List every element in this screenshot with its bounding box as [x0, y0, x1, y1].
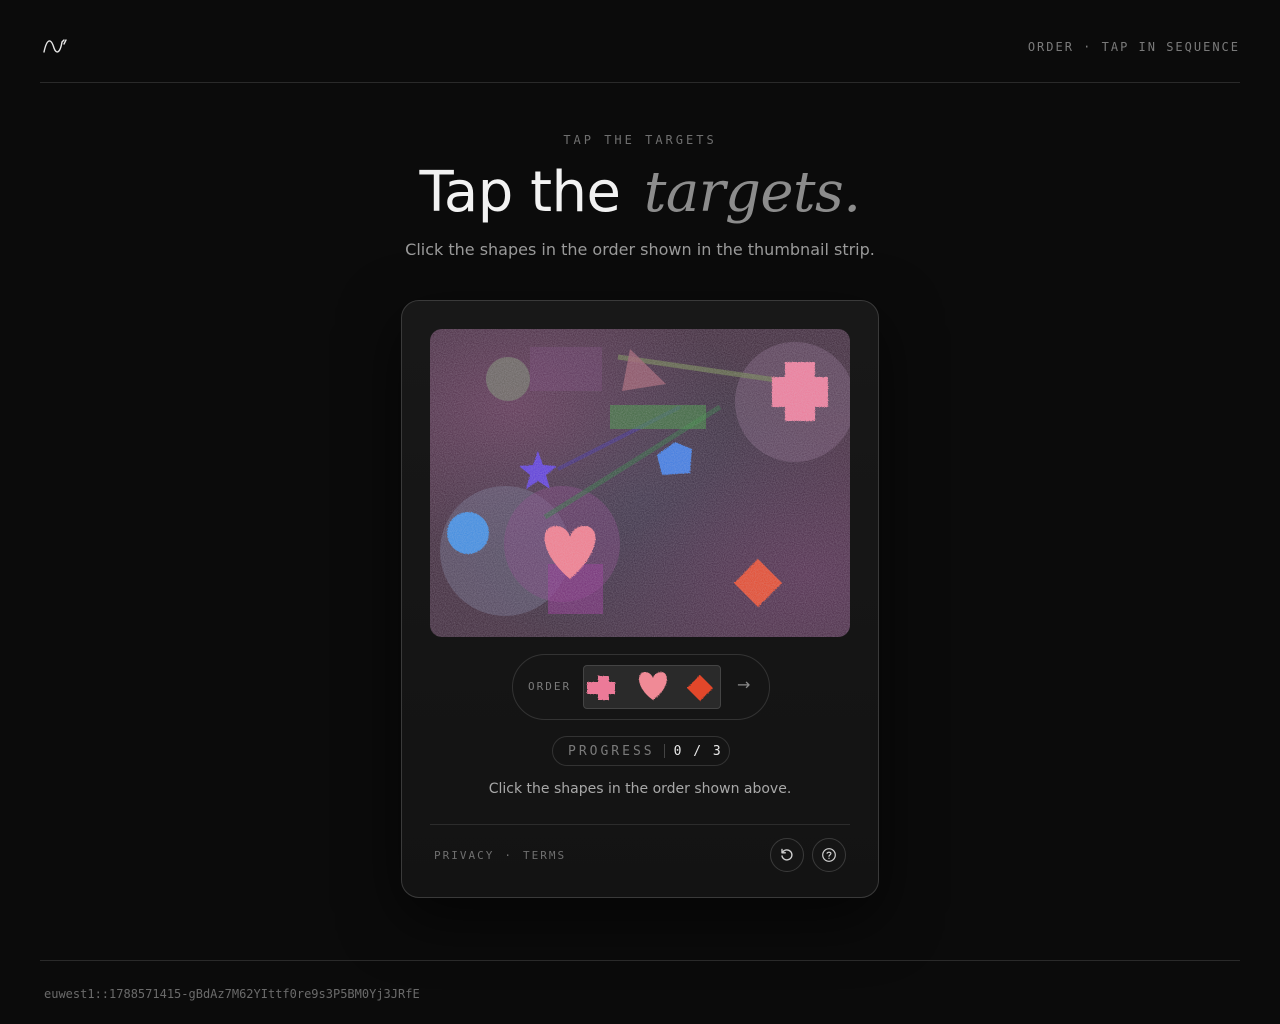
order-label: ORDER	[528, 680, 572, 693]
noise-overlay	[430, 329, 850, 637]
session-id: euwest1::1788571415-gBdAz7M62YIttf0re9s3…	[44, 987, 420, 1001]
help-icon	[822, 848, 836, 862]
arrow-right-icon: →	[737, 675, 751, 694]
page-subtitle: Click the shapes in the order shown in t…	[405, 240, 875, 259]
instructions-text: Click the shapes in the order shown abov…	[488, 781, 792, 797]
card-divider	[430, 824, 850, 825]
link-separator: ·	[504, 849, 513, 862]
terms-link[interactable]: TERMS	[523, 849, 566, 862]
privacy-link[interactable]: PRIVACY	[434, 849, 494, 862]
thumb-red-diamond-icon	[687, 675, 713, 701]
wave-logo-icon[interactable]	[42, 36, 68, 56]
progress-divider	[663, 744, 665, 758]
reload-icon	[781, 848, 793, 861]
legal-links: PRIVACY · TERMS	[434, 849, 566, 862]
title-plain: Tap the	[419, 160, 621, 225]
order-thumbnails	[583, 665, 721, 709]
footer-divider	[40, 960, 1240, 961]
captcha-card: ORDER → PROGRESS 0 / 3 Click the shapes …	[401, 300, 879, 898]
page-title: Tap the targets.	[0, 158, 1280, 228]
eyebrow: TAP THE TARGETS	[563, 133, 717, 147]
title-emphasis: targets.	[643, 160, 861, 225]
mode-label: ORDER · TAP IN SEQUENCE	[1027, 40, 1240, 54]
reload-button[interactable]	[770, 838, 804, 872]
progress-indicator: PROGRESS 0 / 3	[552, 736, 730, 766]
thumb-pink-cross-icon	[587, 676, 615, 700]
order-strip: ORDER →	[512, 654, 770, 720]
challenge-canvas[interactable]	[430, 329, 850, 637]
progress-label: PROGRESS	[568, 743, 655, 759]
help-button[interactable]	[812, 838, 846, 872]
top-bar: ORDER · TAP IN SEQUENCE	[40, 0, 1240, 83]
progress-value: 0 / 3	[673, 743, 723, 759]
thumb-pink-heart-icon	[639, 672, 667, 700]
